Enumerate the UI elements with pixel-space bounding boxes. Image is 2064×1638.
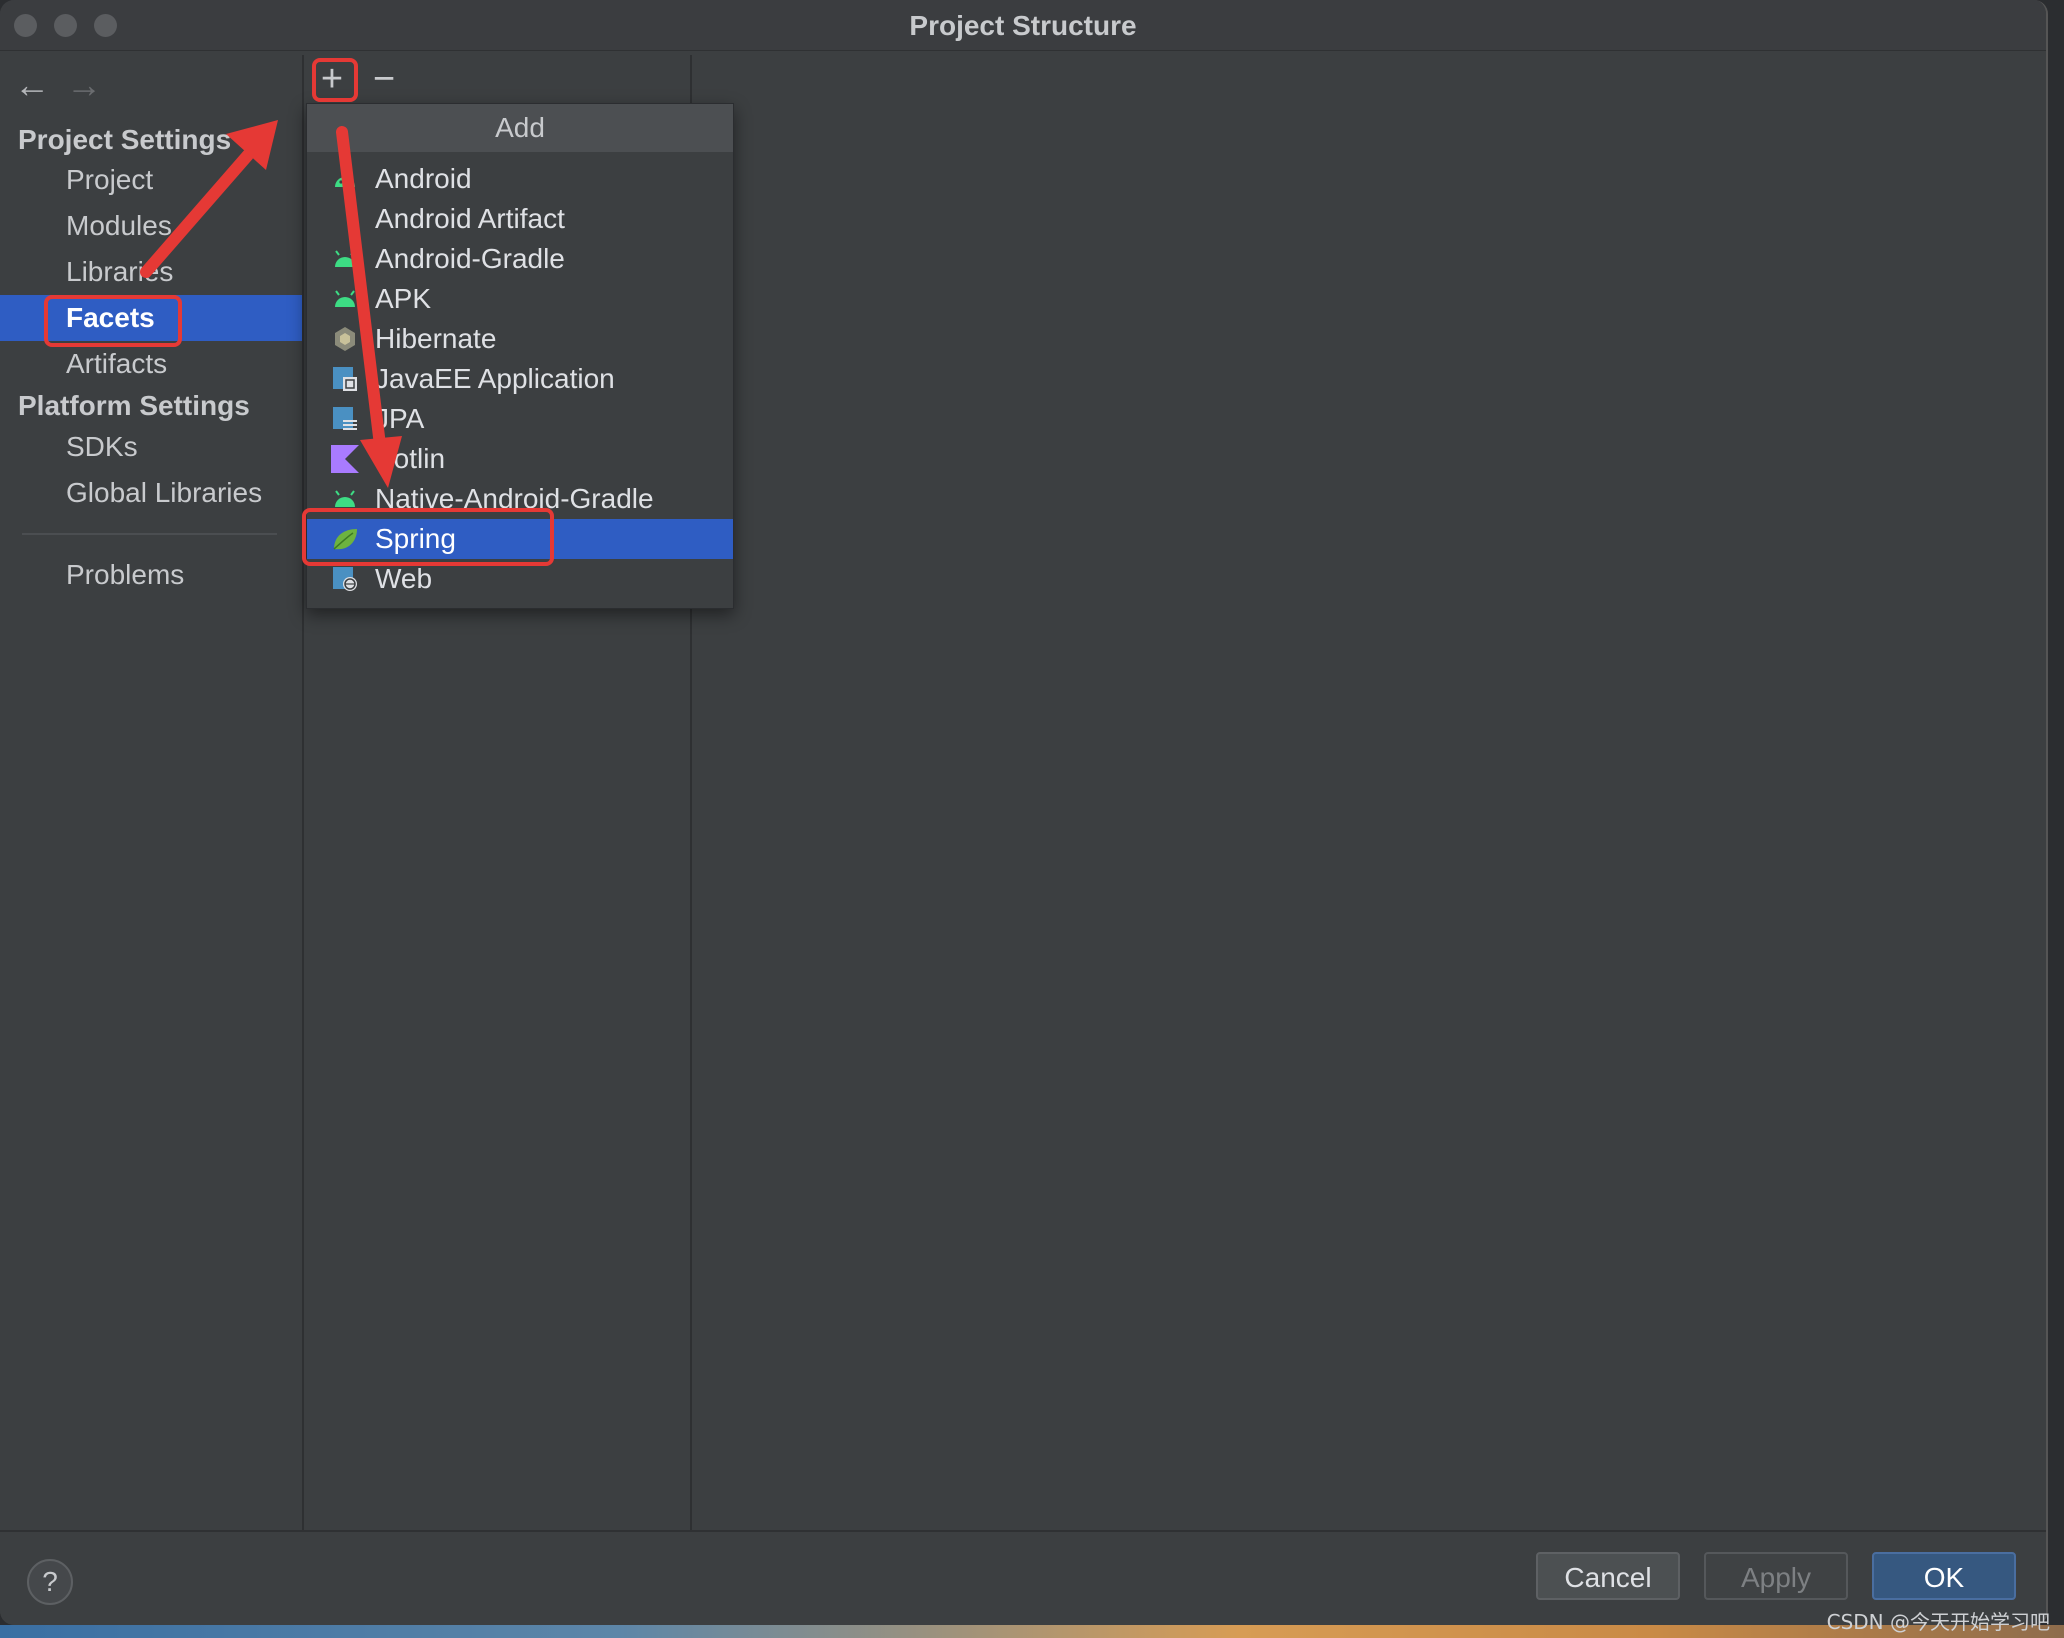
annotation-arrows: [140, 120, 402, 488]
arrow-head-down: [360, 436, 402, 488]
watermark: CSDN @今天开始学习吧: [1826, 1610, 2050, 1634]
arrow-to-add-button: [140, 149, 254, 278]
desktop-dock-strip: [0, 1625, 2064, 1638]
arrow-to-spring: [336, 126, 386, 451]
project-structure-window: Project Structure ← → Project Settings P…: [0, 0, 2048, 1625]
